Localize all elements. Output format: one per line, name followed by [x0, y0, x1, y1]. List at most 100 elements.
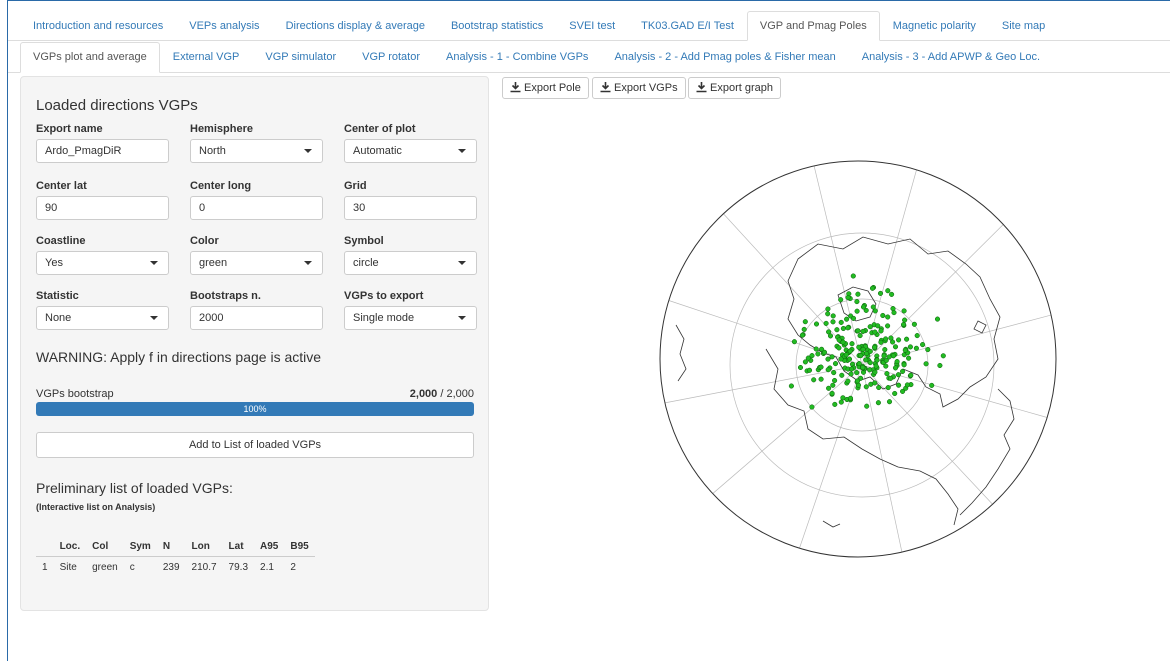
- vgp-point: [838, 356, 844, 362]
- vgp-point: [881, 353, 887, 359]
- vgp-point: [821, 349, 828, 355]
- table-cell: 239: [162, 562, 180, 573]
- table-row[interactable]: 1 Site green c 239 210.7 79.3 2.1 2: [36, 557, 315, 579]
- meridian-line: [861, 364, 993, 505]
- vgp-point: [854, 378, 861, 384]
- table-cell: green: [92, 562, 118, 573]
- vgp-point: [801, 326, 807, 332]
- vgp-point: [830, 313, 836, 319]
- vgps-to-export-select[interactable]: Single mode: [344, 306, 477, 330]
- tab-svei-test[interactable]: SVEI test: [556, 11, 628, 40]
- chevron-down-icon: [150, 316, 158, 320]
- progress-label: VGPs bootstrap: [36, 388, 114, 400]
- vgp-point: [813, 346, 819, 352]
- vgp-point: [888, 335, 894, 341]
- vgp-point: [844, 316, 850, 322]
- center-lat-label: Center lat: [36, 180, 87, 192]
- hemisphere-label: Hemisphere: [190, 123, 253, 135]
- vgp-point: [871, 344, 878, 350]
- progress-fill: 100%: [36, 402, 474, 416]
- coastline-fragment: [822, 520, 841, 528]
- add-to-list-button[interactable]: Add to List of loaded VGPs: [36, 432, 474, 458]
- tab-vgp-pmag-poles[interactable]: VGP and Pmag Poles: [746, 11, 880, 41]
- coastline-select[interactable]: Yes: [36, 251, 169, 275]
- tab-bootstrap-statistics[interactable]: Bootstrap statistics: [438, 11, 556, 40]
- vgp-point: [854, 370, 860, 376]
- center-of-plot-select[interactable]: Automatic: [344, 139, 477, 163]
- vgp-point: [902, 347, 908, 353]
- vgp-point: [854, 308, 860, 314]
- vgp-point: [876, 384, 882, 391]
- vgp-point: [875, 400, 881, 406]
- vgp-point: [838, 297, 844, 303]
- vgp-point: [914, 333, 920, 339]
- vgp-point: [799, 332, 805, 338]
- grid-input[interactable]: 30: [344, 196, 477, 220]
- subtab-external-vgp[interactable]: External VGP: [160, 42, 253, 72]
- vgp-point: [867, 360, 873, 366]
- subtab-vgp-simulator[interactable]: VGP simulator: [252, 42, 349, 72]
- vgp-point: [878, 328, 884, 334]
- vgp-point: [860, 304, 867, 310]
- export-pole-button[interactable]: Export Pole: [502, 77, 589, 99]
- statistic-select[interactable]: None: [36, 306, 169, 330]
- vgp-point: [857, 333, 863, 339]
- subtab-vgp-rotator[interactable]: VGP rotator: [349, 42, 433, 72]
- vgp-point: [825, 311, 831, 317]
- vgp-point: [885, 288, 891, 294]
- vgp-point: [877, 290, 884, 296]
- export-name-input[interactable]: Ardo_PmagDiR: [36, 139, 169, 163]
- vgp-point: [867, 324, 873, 330]
- export-graph-button[interactable]: Export graph: [688, 77, 781, 99]
- vgp-point: [840, 395, 846, 401]
- subtab-analysis-2[interactable]: Analysis - 2 - Add Pmag poles & Fisher m…: [601, 42, 848, 72]
- vgp-point: [815, 351, 821, 357]
- sub-tab-bar: VGPs plot and average External VGP VGP s…: [8, 42, 1170, 73]
- vgp-point: [901, 308, 907, 314]
- center-of-plot-label: Center of plot: [344, 123, 416, 135]
- vgp-point: [864, 403, 870, 409]
- table-cell: 79.3: [228, 562, 249, 573]
- hemisphere-select[interactable]: North: [190, 139, 323, 163]
- vgp-point: [880, 312, 886, 319]
- table-cell: Site: [59, 562, 77, 573]
- vgp-point: [925, 347, 931, 353]
- vgp-point: [891, 310, 897, 316]
- bootstraps-input[interactable]: 2000: [190, 306, 323, 330]
- vgp-point: [811, 377, 817, 383]
- tab-veps-analysis[interactable]: VEPs analysis: [176, 11, 272, 40]
- vgp-point: [809, 404, 815, 410]
- tab-magnetic-polarity[interactable]: Magnetic polarity: [880, 11, 989, 40]
- vgps-to-export-label: VGPs to export: [344, 290, 424, 302]
- center-long-input[interactable]: 0: [190, 196, 323, 220]
- vgp-point: [902, 317, 908, 323]
- vgps-to-export-value: Single mode: [353, 312, 415, 324]
- tab-site-map[interactable]: Site map: [989, 11, 1058, 40]
- vgp-point: [904, 382, 910, 388]
- tab-tk03-test[interactable]: TK03.GAD E/I Test: [628, 11, 747, 40]
- download-icon: [696, 82, 707, 93]
- export-vgps-button[interactable]: Export VGPs: [592, 77, 686, 99]
- color-select[interactable]: green: [190, 251, 323, 275]
- tab-directions-display[interactable]: Directions display & average: [273, 11, 438, 40]
- vgp-point: [874, 357, 880, 363]
- table-cell: 210.7: [191, 562, 217, 573]
- subtab-analysis-1[interactable]: Analysis - 1 - Combine VGPs: [433, 42, 601, 72]
- tab-introduction[interactable]: Introduction and resources: [20, 11, 176, 40]
- meridian-line: [861, 169, 917, 366]
- vgp-point: [855, 291, 861, 297]
- export-pole-label: Export Pole: [524, 82, 581, 94]
- vgp-point: [885, 385, 891, 391]
- export-name-label: Export name: [36, 123, 103, 135]
- subtab-analysis-3[interactable]: Analysis - 3 - Add APWP & Geo Loc.: [849, 42, 1053, 72]
- center-lat-input[interactable]: 90: [36, 196, 169, 220]
- vgp-point: [906, 355, 912, 361]
- symbol-select[interactable]: circle: [344, 251, 477, 275]
- chevron-down-icon: [458, 261, 466, 265]
- subtab-vgps-plot[interactable]: VGPs plot and average: [20, 42, 160, 73]
- vgp-point: [854, 299, 860, 305]
- coastline-island: [973, 320, 987, 334]
- vgp-point: [840, 339, 846, 345]
- chevron-down-icon: [150, 261, 158, 265]
- vgp-point: [855, 328, 861, 334]
